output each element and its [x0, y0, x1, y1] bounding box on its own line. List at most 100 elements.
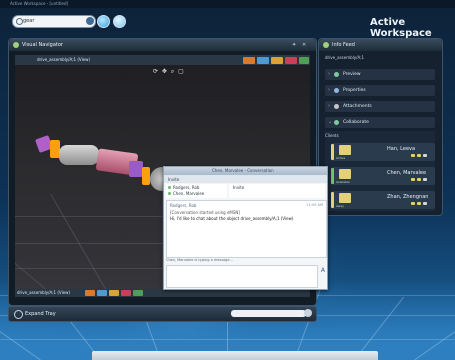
- infofeed-icon: [323, 42, 329, 48]
- conversation-window: Chen, Marvalee - Conversation Invite Rod…: [163, 166, 328, 290]
- participant-name: Chen, Marvalee: [173, 191, 205, 196]
- section-preview[interactable]: › Preview: [325, 69, 435, 80]
- share-icon[interactable]: [423, 154, 427, 157]
- attachment-icon: [334, 104, 339, 109]
- side-invite-button[interactable]: Invite: [233, 185, 244, 190]
- view-tab[interactable]: drive_assembly/A;1 (View): [15, 55, 310, 65]
- section-label: Preview: [343, 72, 361, 77]
- section-attachments[interactable]: › Attachments: [325, 101, 435, 112]
- view-tab-label: drive_assembly/A;1 (View): [37, 57, 90, 62]
- client-name: Zhan, Zhengnan: [387, 194, 429, 200]
- search-input[interactable]: [23, 17, 78, 25]
- client-name: Chen, Marvalee: [387, 170, 427, 176]
- window-title: Active Workspace - [untitled]: [10, 1, 69, 6]
- conversation-titlebar[interactable]: Chen, Marvalee - Conversation: [164, 167, 327, 175]
- close-icon[interactable]: ✕: [302, 42, 306, 48]
- section-collaborate[interactable]: ⌄ Collaborate: [325, 117, 435, 128]
- globe-icon[interactable]: [113, 15, 126, 28]
- chat-icon[interactable]: [411, 178, 415, 181]
- client-status: Available: [336, 180, 350, 184]
- avatar: [339, 145, 351, 155]
- view-tool-button[interactable]: [271, 57, 283, 64]
- call-icon[interactable]: [417, 154, 421, 157]
- section-label: Attachments: [343, 104, 372, 109]
- conversation-title: Chen, Marvalee - Conversation: [212, 168, 274, 173]
- view-tool-button[interactable]: [243, 57, 255, 64]
- search-icon: [16, 18, 23, 25]
- participant-name: Rodgers, Rob: [173, 185, 200, 190]
- tray-close-icon[interactable]: [304, 309, 312, 317]
- bottom-view-tab[interactable]: drive_assembly/A;1 (View): [15, 289, 310, 297]
- client-card[interactable]: Available Chen, Marvalee: [331, 167, 435, 185]
- share-icon[interactable]: [423, 202, 427, 205]
- expand-tray-label: Expand Tray: [25, 311, 56, 317]
- log-timestamp: 11:09 AM: [306, 203, 323, 207]
- section-properties[interactable]: › Properties: [325, 85, 435, 96]
- model-part[interactable]: [129, 161, 143, 177]
- chat-icon[interactable]: [411, 154, 415, 157]
- view-tool-button[interactable]: [121, 290, 131, 296]
- window-titlebar: Active Workspace - [untitled]: [0, 0, 455, 8]
- model-part[interactable]: [59, 145, 99, 165]
- log-message: Hi, I'd like to chat about the object dr…: [170, 216, 294, 221]
- tray-search-field[interactable]: [231, 310, 306, 317]
- status-bar: [331, 192, 334, 208]
- view-tool-button[interactable]: [109, 290, 119, 296]
- call-icon[interactable]: [417, 178, 421, 181]
- message-input[interactable]: [166, 265, 318, 288]
- presence-icon: [168, 186, 171, 189]
- preview-icon: [334, 72, 339, 77]
- info-feed-panel: Info Feed drive_assembly/A;1 › Preview ›…: [318, 38, 443, 216]
- client-status: Away: [336, 204, 344, 208]
- share-icon[interactable]: [423, 178, 427, 181]
- view-tool-button[interactable]: [285, 57, 297, 64]
- model-part[interactable]: [142, 167, 150, 185]
- clients-label: Clients: [325, 133, 339, 138]
- avatar: [339, 193, 351, 203]
- participant-list: Rodgers, Rob Chen, Marvalee: [166, 184, 227, 198]
- expand-arrow-icon: ⌄: [328, 119, 333, 125]
- search-box[interactable]: [12, 15, 96, 28]
- navigation-controls[interactable]: ⟳ ✥ ⌕ ▢: [153, 68, 185, 76]
- participant-item[interactable]: Rodgers, Rob: [168, 185, 199, 190]
- log-sender: Rodgers, Rob: [170, 203, 197, 208]
- info-feed-subtitle: drive_assembly/A;1: [325, 55, 365, 60]
- info-feed-title: Info Feed: [332, 42, 355, 48]
- collaborate-icon: [334, 120, 339, 125]
- expand-arrow-icon: ›: [328, 87, 330, 93]
- status-bar: [331, 168, 334, 184]
- pin-icon[interactable]: ✦: [292, 42, 296, 48]
- call-icon[interactable]: [417, 202, 421, 205]
- minimized-window[interactable]: [92, 351, 378, 360]
- view-tool-button[interactable]: [257, 57, 269, 64]
- client-card[interactable]: Away Zhan, Zhengnan: [331, 191, 435, 209]
- expand-icon[interactable]: [14, 310, 23, 319]
- properties-icon: [334, 88, 339, 93]
- status-bar: [331, 144, 334, 160]
- expand-arrow-icon: ›: [328, 71, 330, 77]
- message-log: Rodgers, Rob 11:09 AM [Conversation star…: [166, 200, 327, 258]
- view-tool-button[interactable]: [85, 290, 95, 296]
- section-label: Collaborate: [343, 120, 369, 125]
- client-status: Active: [336, 156, 346, 160]
- typing-status: Chen, Marvalee is typing a message...: [166, 258, 233, 262]
- view-tool-button[interactable]: [299, 57, 309, 64]
- expand-tray-bar[interactable]: Expand Tray: [8, 306, 317, 322]
- visual-navigator-title: Visual Navigator: [22, 42, 63, 48]
- invite-button[interactable]: Invite: [168, 177, 179, 182]
- bottom-view-tab-label: drive_assembly/A;1 (View): [17, 290, 70, 295]
- chat-icon[interactable]: [411, 202, 415, 205]
- font-icon[interactable]: A: [321, 267, 325, 274]
- visual-navigator-header: Visual Navigator ✦ ✕: [9, 39, 316, 51]
- presence-icon: [168, 192, 171, 195]
- go-icon[interactable]: [86, 17, 94, 25]
- info-feed-header: Info Feed: [319, 39, 442, 51]
- forward-icon[interactable]: [97, 15, 110, 28]
- view-tool-button[interactable]: [97, 290, 107, 296]
- conversation-side-tools: Invite: [229, 184, 325, 198]
- view-tool-button[interactable]: [133, 290, 143, 296]
- client-card[interactable]: Active Han, Leeva: [331, 143, 435, 161]
- participant-item[interactable]: Chen, Marvalee: [168, 191, 204, 196]
- workspace-title: Active Workspace: [370, 17, 432, 39]
- avatar: [339, 169, 351, 179]
